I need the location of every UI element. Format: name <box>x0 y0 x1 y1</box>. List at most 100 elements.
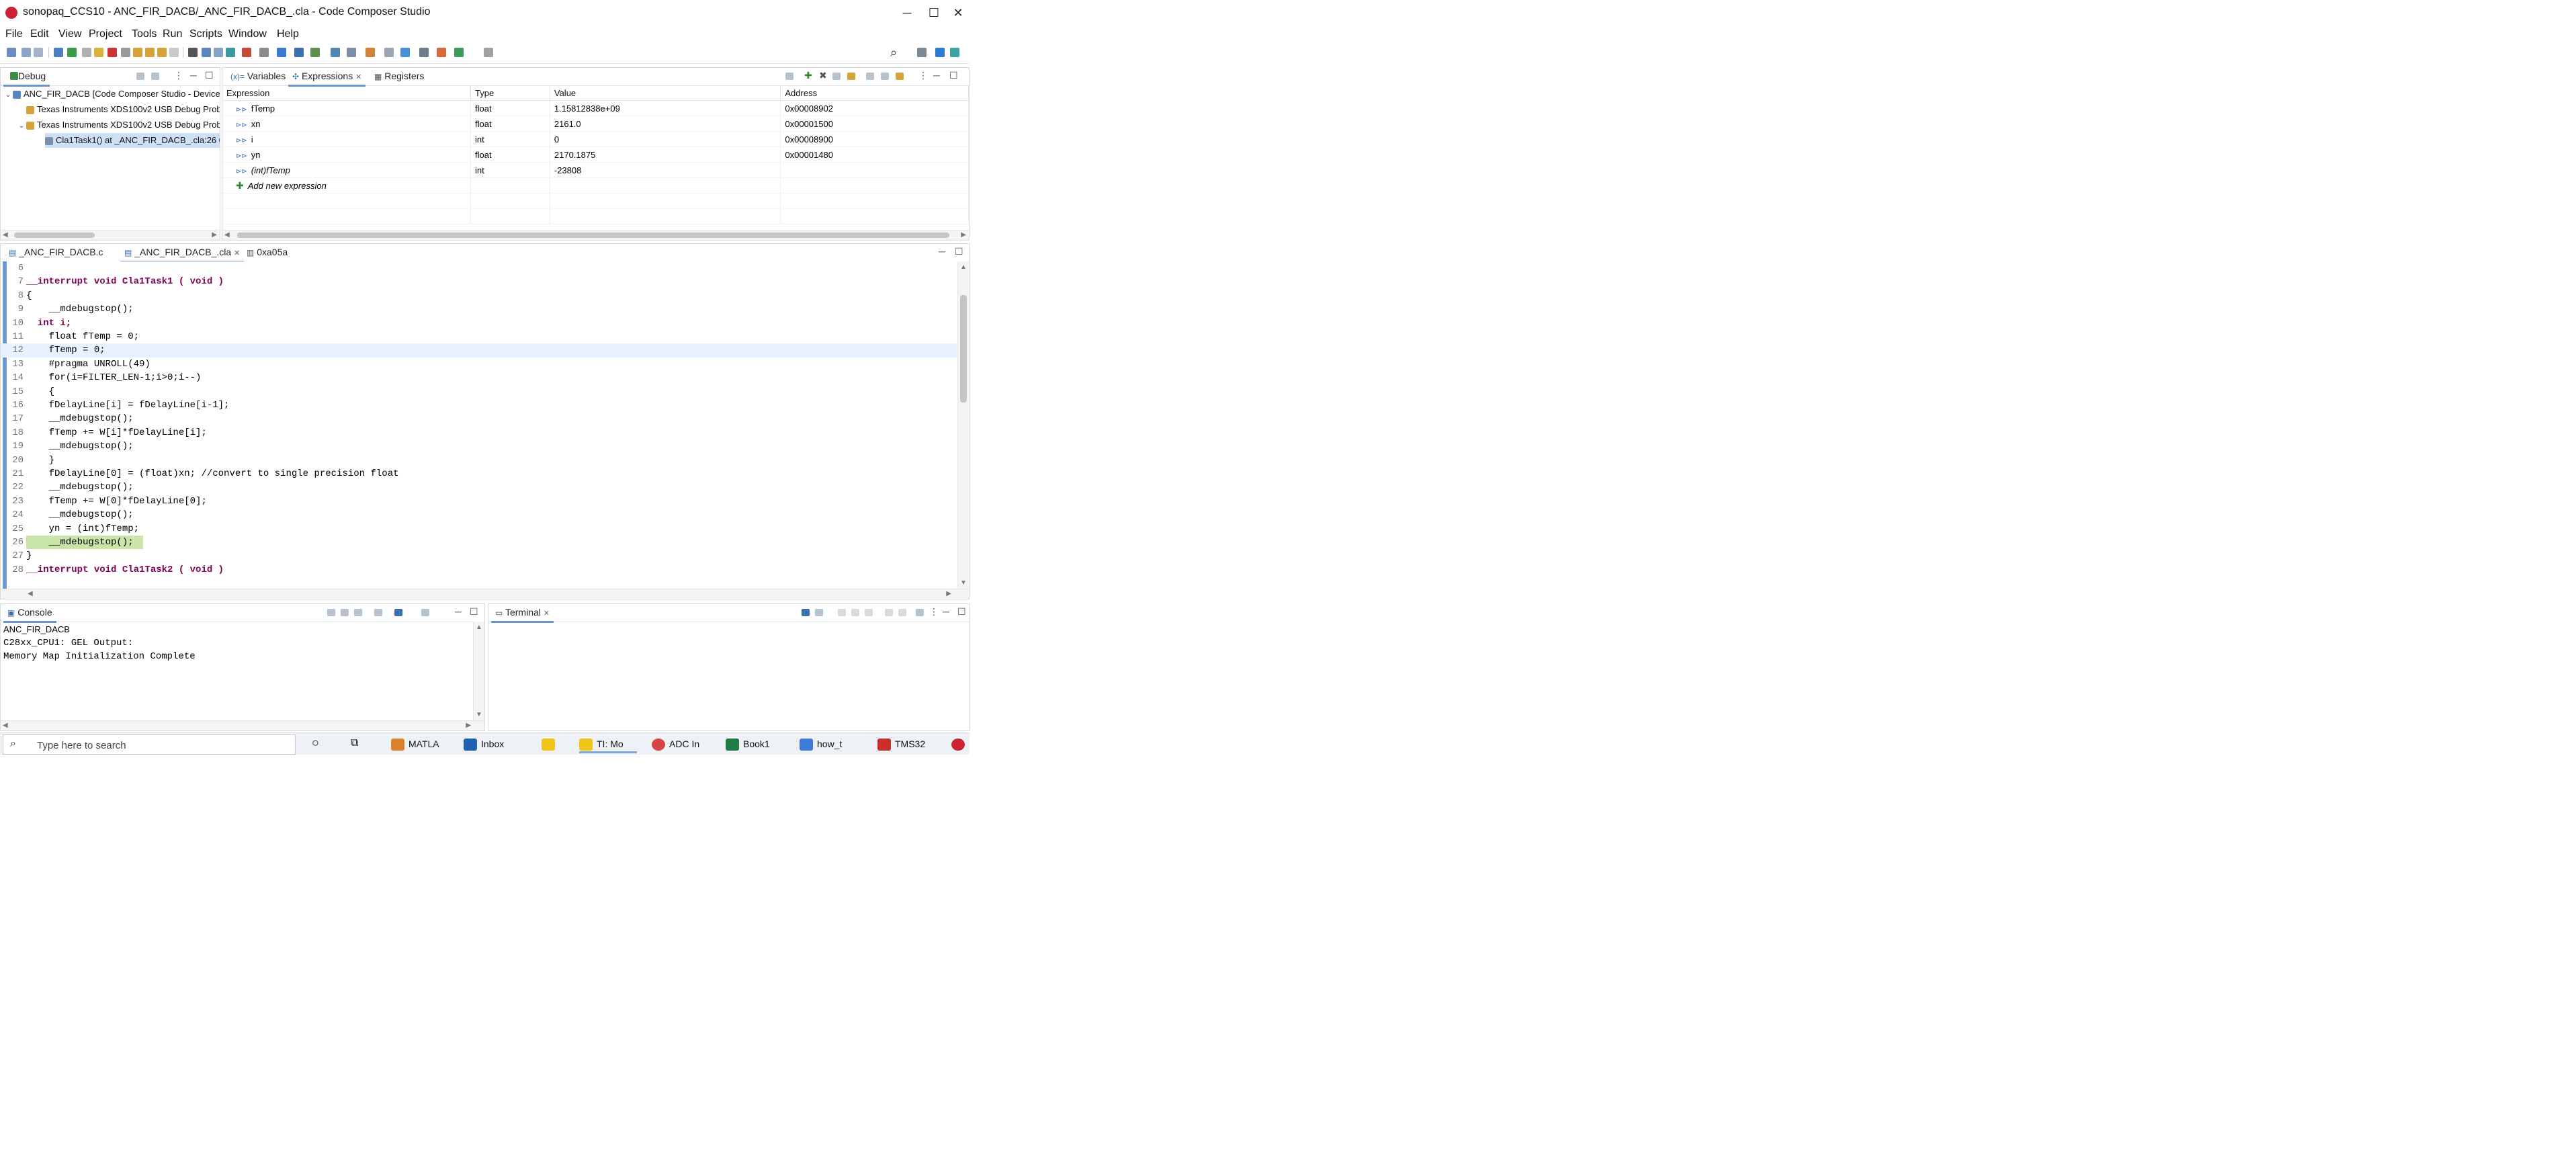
debug-horizontal-scrollbar[interactable]: ◀ ▶ <box>1 230 220 240</box>
view-menu-icon[interactable]: ⋮ <box>929 606 939 618</box>
disconnect-icon[interactable] <box>121 48 130 57</box>
menu-edit[interactable]: Edit <box>30 28 49 40</box>
misc-icon[interactable] <box>484 48 493 57</box>
step-into-icon[interactable] <box>133 48 142 57</box>
editor-vertical-scrollbar[interactable]: ▲ ▼ <box>957 261 969 589</box>
scroll-left-icon[interactable]: ◀ <box>3 721 8 730</box>
pin-icon[interactable] <box>437 48 446 57</box>
code-line[interactable]: 14 for(i=FILTER_LEN-1;i>0;i--) <box>1 371 957 384</box>
connect-icon[interactable] <box>226 48 235 57</box>
scroll-lock-icon[interactable] <box>851 609 859 616</box>
menu-tools[interactable]: Tools <box>132 28 157 40</box>
table-row[interactable]: ⊳⊳ yn float 2170.1875 0x00001480 <box>222 146 969 163</box>
tab-anc-fir-dacb-cla[interactable]: ▤ _ANC_FIR_DACB_.cla ✕ <box>120 244 245 263</box>
code-line[interactable]: 20 } <box>1 454 957 467</box>
code-line[interactable]: 18 fTemp += W[i]*fDelayLine[i]; <box>1 426 957 439</box>
editor-horizontal-scrollbar[interactable]: ◀ ▶ <box>1 589 969 599</box>
tree-item-project[interactable]: ⌄ ANC_FIR_DACB [Code Composer Studio - De… <box>3 87 220 101</box>
refresh-expressions-icon[interactable] <box>847 73 855 80</box>
select-all-icon[interactable] <box>881 73 889 80</box>
settings-icon[interactable] <box>916 609 924 616</box>
step-instruction-icon[interactable] <box>169 48 179 57</box>
open-perspective-icon[interactable] <box>400 48 410 57</box>
clear-console-icon[interactable] <box>327 609 335 616</box>
chevron-down-icon[interactable]: ⌄ <box>17 118 26 133</box>
scroll-left-icon[interactable]: ◀ <box>28 589 33 599</box>
scroll-down-icon[interactable]: ▼ <box>960 579 967 588</box>
remove-all-icon[interactable] <box>832 73 841 80</box>
scroll-up-icon[interactable]: ▲ <box>960 263 967 272</box>
minimize-view-icon[interactable]: ─ <box>190 70 197 81</box>
taskbar-item-ti-forum[interactable]: TI: Mo <box>579 736 637 753</box>
code-line[interactable]: 28 __interrupt void Cla1Task2 ( void ) <box>1 563 957 577</box>
table-row[interactable]: ⊳⊳ fTemp float 1.15812838e+09 0x00008902 <box>222 100 969 116</box>
code-line[interactable]: 25 yn = (int)fTemp; <box>1 522 957 536</box>
code-line[interactable]: 19 __mdebugstop(); <box>1 439 957 453</box>
expression-value[interactable]: 2161.0 <box>550 116 781 132</box>
tab-anc-fir-dacb-c[interactable]: ▤ _ANC_FIR_DACB.c <box>5 244 108 261</box>
expression-value[interactable]: 0 <box>550 131 781 147</box>
display-console-icon[interactable] <box>394 609 402 616</box>
scroll-right-icon[interactable]: ▶ <box>466 721 471 730</box>
code-line[interactable]: 16 fDelayLine[i] = fDelayLine[i-1]; <box>1 398 957 412</box>
code-line[interactable]: 21 fDelayLine[0] = (float)xn; //convert … <box>1 467 957 480</box>
table-row[interactable]: ⊳⊳ xn float 2161.0 0x00001500 <box>222 116 969 132</box>
code-line[interactable]: 8{ <box>1 289 957 302</box>
load-program-icon[interactable] <box>242 48 251 57</box>
debug-icon[interactable] <box>67 48 77 57</box>
word-wrap-icon[interactable] <box>354 609 362 616</box>
code-line[interactable]: 11 float fTemp = 0; <box>1 330 957 343</box>
scroll-lock-icon[interactable] <box>341 609 349 616</box>
save-all-icon[interactable] <box>34 48 43 57</box>
maximize-view-icon[interactable]: ☐ <box>955 246 963 257</box>
disconnect-terminal-icon[interactable] <box>838 609 846 616</box>
menu-window[interactable]: Window <box>228 28 267 40</box>
breakpoint-icon[interactable] <box>331 48 340 57</box>
scrollbar-thumb[interactable] <box>14 233 95 238</box>
view-menu-icon[interactable]: ⋮ <box>174 70 183 81</box>
memory-icon[interactable] <box>188 48 198 57</box>
step-return-icon[interactable] <box>157 48 167 57</box>
code-line[interactable]: 6 <box>1 261 957 275</box>
close-button[interactable]: ✕ <box>945 3 970 23</box>
code-line[interactable]: 23 fTemp += W[0]*fDelayLine[0]; <box>1 495 957 508</box>
minimize-view-icon[interactable]: ─ <box>943 606 949 617</box>
maximize-view-icon[interactable]: ☐ <box>957 606 966 618</box>
console-icon[interactable] <box>454 48 464 57</box>
open-type-icon[interactable] <box>419 48 429 57</box>
maximize-view-icon[interactable]: ☐ <box>470 606 478 618</box>
expression-value[interactable]: -23808 <box>550 162 781 178</box>
scrollbar-thumb[interactable] <box>237 233 949 238</box>
collapse-all-icon[interactable] <box>136 73 144 80</box>
menu-help[interactable]: Help <box>277 28 299 40</box>
tab-disassembly-address[interactable]: ▥ 0xa05a <box>243 244 292 261</box>
run-icon[interactable] <box>310 48 320 57</box>
menu-view[interactable]: View <box>58 28 81 40</box>
console-vertical-scrollbar[interactable]: ▲ ▼ <box>473 622 484 721</box>
tab-expressions[interactable]: ✣ Expressions ✕ <box>288 68 366 87</box>
next-annotation-icon[interactable] <box>384 48 394 57</box>
scroll-right-icon[interactable]: ▶ <box>212 230 217 240</box>
restart-icon[interactable] <box>202 48 211 57</box>
reset-icon[interactable] <box>214 48 223 57</box>
tab-variables[interactable]: (x)= Variables <box>226 68 290 85</box>
refresh-icon[interactable] <box>277 48 286 57</box>
display-selected-icon[interactable] <box>885 609 893 616</box>
task-view-button[interactable]: ⧉ <box>349 736 366 753</box>
minimize-view-icon[interactable]: ─ <box>939 246 945 257</box>
edit-perspective-icon[interactable] <box>950 48 959 57</box>
code-line[interactable]: 13 #pragma UNROLL(49) <box>1 358 957 371</box>
remove-expression-icon[interactable]: ✖ <box>819 70 827 81</box>
scroll-down-icon[interactable]: ▼ <box>476 710 482 720</box>
taskbar-search[interactable]: ⌕ Type here to search <box>3 734 296 755</box>
close-tab-icon[interactable]: ✕ <box>544 610 550 618</box>
debug-perspective-icon[interactable] <box>935 48 945 57</box>
flash-icon[interactable] <box>259 48 269 57</box>
close-tab-icon[interactable]: ✕ <box>234 249 240 257</box>
code-line[interactable]: 10 int i; <box>1 317 957 330</box>
current-code-line[interactable]: 12 fTemp = 0; <box>1 343 957 358</box>
column-header-value[interactable]: Value <box>550 85 781 101</box>
taskbar-item-notepad[interactable]: how_t <box>800 736 857 753</box>
add-expression-row[interactable]: ✚ Add new expression <box>222 177 969 194</box>
menu-run[interactable]: Run <box>163 28 182 40</box>
